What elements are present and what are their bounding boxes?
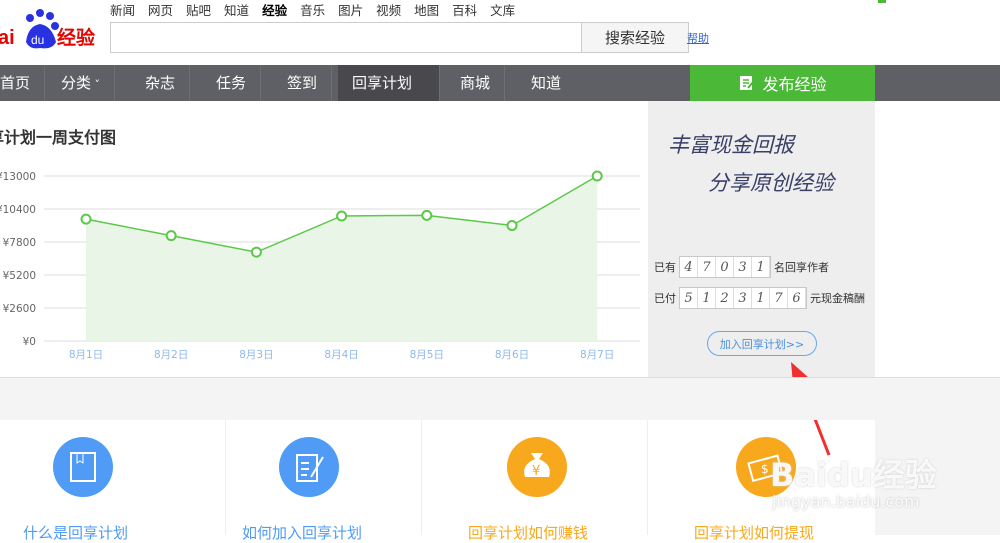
authors-counter: 已有 4 7 0 3 1 名回享作者 bbox=[654, 256, 829, 278]
digit: 3 bbox=[734, 257, 752, 277]
write-icon bbox=[279, 437, 339, 497]
y-tick-label: ¥13000 bbox=[0, 171, 36, 183]
top-link[interactable]: 地图 bbox=[414, 0, 439, 19]
card-title[interactable]: 回享计划如何赚钱 bbox=[468, 522, 588, 543]
slogan-line-1: 丰富现金回报 bbox=[668, 133, 794, 157]
svg-text:经验: 经验 bbox=[57, 26, 96, 49]
x-tick-label: 8月3日 bbox=[239, 349, 273, 361]
info-card[interactable]: 什么是回享计划 bbox=[0, 420, 226, 542]
y-tick-label: ¥5200 bbox=[3, 270, 36, 282]
search-button[interactable]: 搜索经验 bbox=[581, 22, 689, 53]
top-link[interactable]: 音乐 bbox=[300, 0, 325, 19]
data-point bbox=[591, 170, 603, 182]
svg-text:du: du bbox=[31, 33, 44, 47]
top-link[interactable]: 贴吧 bbox=[186, 0, 211, 19]
x-tick-label: 8月1日 bbox=[69, 349, 103, 361]
nav-item[interactable]: 首页 bbox=[0, 65, 46, 101]
top-link[interactable]: 图片 bbox=[338, 0, 363, 19]
watermark-url: jingyan.baidu.com bbox=[772, 492, 920, 511]
digit: 3 bbox=[734, 288, 752, 308]
svg-text:¥: ¥ bbox=[532, 464, 540, 479]
card-title[interactable]: 如何加入回享计划 bbox=[242, 522, 362, 543]
x-tick-label: 8月2日 bbox=[154, 349, 188, 361]
area-fill bbox=[86, 176, 598, 341]
watermark-logo: Baidu经验 bbox=[770, 456, 937, 494]
svg-text:ai: ai bbox=[0, 27, 15, 49]
nav-item[interactable]: 知道 bbox=[517, 65, 575, 101]
edit-icon bbox=[740, 76, 756, 90]
digit: 6 bbox=[788, 288, 806, 308]
baidu-logo[interactable]: du ai 经验 bbox=[0, 4, 100, 54]
chevron-down-icon: ˅ bbox=[91, 78, 101, 91]
digit: 1 bbox=[698, 288, 716, 308]
top-link[interactable]: 知道 bbox=[224, 0, 249, 19]
card-title[interactable]: 什么是回享计划 bbox=[23, 522, 128, 543]
digit: 1 bbox=[752, 288, 770, 308]
digit: 1 bbox=[752, 257, 770, 277]
digit: 7 bbox=[698, 257, 716, 277]
top-link[interactable]: 经验 bbox=[262, 0, 287, 19]
slogan-line-2: 分享原创经验 bbox=[708, 171, 834, 195]
paid-prefix: 已付 bbox=[654, 292, 676, 305]
nav-label: 知道 bbox=[531, 74, 562, 92]
info-card[interactable]: 如何加入回享计划 bbox=[196, 420, 422, 542]
nav-label: 商城 bbox=[460, 74, 491, 92]
digit: 4 bbox=[680, 257, 698, 277]
nav-item[interactable]: 任务 bbox=[202, 65, 262, 101]
top-links: 新闻 网页 贴吧 知道 经验 音乐 图片 视频 地图 百科 文库 bbox=[110, 0, 528, 19]
y-tick-label: ¥0 bbox=[23, 336, 36, 348]
authors-suffix: 名回享作者 bbox=[774, 261, 829, 274]
nav-label: 首页 bbox=[0, 74, 31, 92]
x-tick-label: 8月5日 bbox=[410, 349, 444, 361]
x-tick-label: 8月7日 bbox=[580, 349, 614, 361]
card-title[interactable]: 回享计划如何提现 bbox=[694, 522, 814, 543]
paid-counter: 已付 5 1 2 3 1 7 6 元现金稿酬 bbox=[654, 287, 865, 309]
nav-label: 签到 bbox=[287, 74, 318, 92]
section-divider bbox=[0, 377, 1000, 420]
top-link[interactable]: 视频 bbox=[376, 0, 401, 19]
help-link[interactable]: 帮助 bbox=[687, 30, 709, 46]
money-bag-icon: ¥ bbox=[507, 437, 567, 497]
x-tick-label: 8月4日 bbox=[324, 349, 358, 361]
nav-item[interactable]: 杂志 bbox=[131, 65, 191, 101]
digit: 0 bbox=[716, 257, 734, 277]
top-link[interactable]: 新闻 bbox=[110, 0, 135, 19]
nav-label: 分类 bbox=[61, 74, 92, 92]
join-plan-button[interactable]: 加入回享计划>> bbox=[707, 331, 817, 356]
chart-title: 回享计划一周支付图 bbox=[0, 128, 117, 147]
nav-item[interactable]: 分类 ˅ bbox=[47, 65, 116, 101]
paid-suffix: 元现金稿酬 bbox=[810, 292, 865, 305]
info-card[interactable]: ¥ 回享计划如何赚钱 bbox=[422, 420, 648, 542]
search-input[interactable] bbox=[110, 22, 582, 53]
digit: 7 bbox=[770, 288, 788, 308]
y-tick-label: ¥2600 bbox=[3, 303, 36, 315]
data-point bbox=[80, 213, 92, 225]
svg-text:$: $ bbox=[761, 462, 769, 476]
nav-label: 杂志 bbox=[145, 74, 176, 92]
book-icon bbox=[53, 437, 113, 497]
payment-chart: ¥0 ¥2600 ¥5200 ¥7800 ¥10400 ¥13000 8月1日 8月2日 8月3… bbox=[0, 170, 640, 361]
nav-item[interactable]: 商城 bbox=[446, 65, 506, 101]
data-point bbox=[336, 210, 348, 222]
data-point bbox=[165, 230, 177, 242]
digit: 2 bbox=[716, 288, 734, 308]
publish-button[interactable]: 发布经验 bbox=[690, 65, 875, 101]
y-tick-label: ¥10400 bbox=[0, 204, 36, 216]
nav-label: 任务 bbox=[216, 74, 247, 92]
digit: 5 bbox=[680, 288, 698, 308]
nav-item[interactable]: 回享计划 bbox=[338, 65, 440, 101]
data-point bbox=[506, 220, 518, 231]
nav-label: 回享计划 bbox=[352, 74, 413, 92]
data-point bbox=[250, 246, 262, 258]
x-tick-label: 8月6日 bbox=[495, 349, 529, 361]
y-tick-label: ¥7800 bbox=[3, 237, 36, 249]
top-link[interactable]: 网页 bbox=[148, 0, 173, 19]
authors-prefix: 已有 bbox=[654, 261, 676, 274]
status-mark bbox=[878, 0, 886, 3]
nav-item[interactable]: 签到 bbox=[273, 65, 333, 101]
top-link[interactable]: 文库 bbox=[490, 0, 515, 19]
publish-label: 发布经验 bbox=[762, 75, 827, 94]
data-point bbox=[421, 209, 433, 221]
top-link[interactable]: 百科 bbox=[452, 0, 477, 19]
